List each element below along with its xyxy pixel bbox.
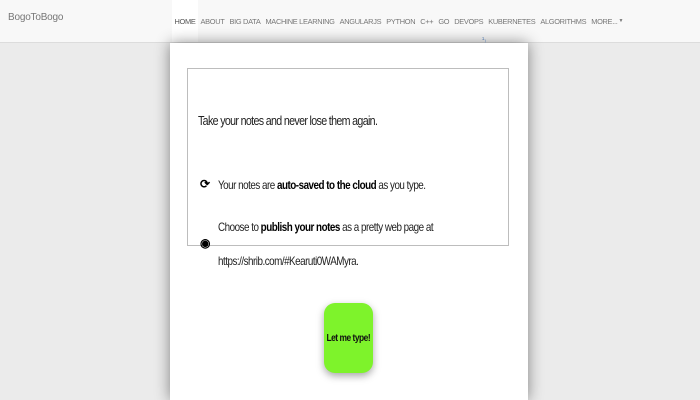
nav-item-python[interactable]: PYTHON xyxy=(384,0,418,42)
caret-down-icon: ▼ xyxy=(618,18,624,24)
nav-item-big-data[interactable]: BIG DATA xyxy=(227,0,263,42)
nav-item-angularjs[interactable]: ANGULARJS xyxy=(337,0,384,42)
let-me-type-button[interactable]: Let me type! xyxy=(324,303,373,373)
nav-item-home[interactable]: HOME xyxy=(172,0,198,42)
top-navbar: BogoToBogo HOME ABOUT BIG DATA MACHINE L… xyxy=(0,0,700,43)
sync-icon: ⟳ xyxy=(200,177,211,191)
globe-icon: ◉ xyxy=(200,236,211,250)
nav-item-cpp[interactable]: C++ xyxy=(418,0,436,42)
feature-autosave-pre: Your notes are xyxy=(218,178,278,192)
feature-autosave-post: as you type. xyxy=(376,178,426,192)
feature-publish: Choose to publish your notes as a pretty… xyxy=(218,215,434,239)
brand-logo[interactable]: BogoToBogo xyxy=(8,12,63,23)
nav-item-about[interactable]: ABOUT xyxy=(198,0,227,42)
let-me-type-label: Let me type! xyxy=(326,332,371,344)
main-nav: HOME ABOUT BIG DATA MACHINE LEARNING ANG… xyxy=(172,0,626,42)
nav-item-algorithms[interactable]: ALGORITHMS xyxy=(538,0,589,42)
feature-publish-post: as a pretty web page at xyxy=(339,220,434,234)
nav-item-more-label: MORE... xyxy=(591,16,618,26)
publish-url[interactable]: https://shrib.com/#Kearuti0WAMyra. xyxy=(218,249,359,273)
nav-item-kubernetes[interactable]: KUBERNETES xyxy=(486,0,538,42)
nav-item-more[interactable]: MORE... ▼ xyxy=(589,0,626,42)
nav-item-devops[interactable]: DEVOPS xyxy=(452,0,486,42)
feature-publish-pre: Choose to xyxy=(218,220,261,234)
feature-publish-bold: publish your notes xyxy=(260,220,341,234)
feature-autosave-bold: auto-saved to the cloud xyxy=(277,178,377,192)
nav-item-machine-learning[interactable]: MACHINE LEARNING xyxy=(263,0,337,42)
modal-headline: Take your notes and never lose them agai… xyxy=(198,113,378,128)
nav-item-go[interactable]: GO xyxy=(436,0,452,42)
feature-autosave: Your notes are auto-saved to the cloud a… xyxy=(218,173,426,197)
